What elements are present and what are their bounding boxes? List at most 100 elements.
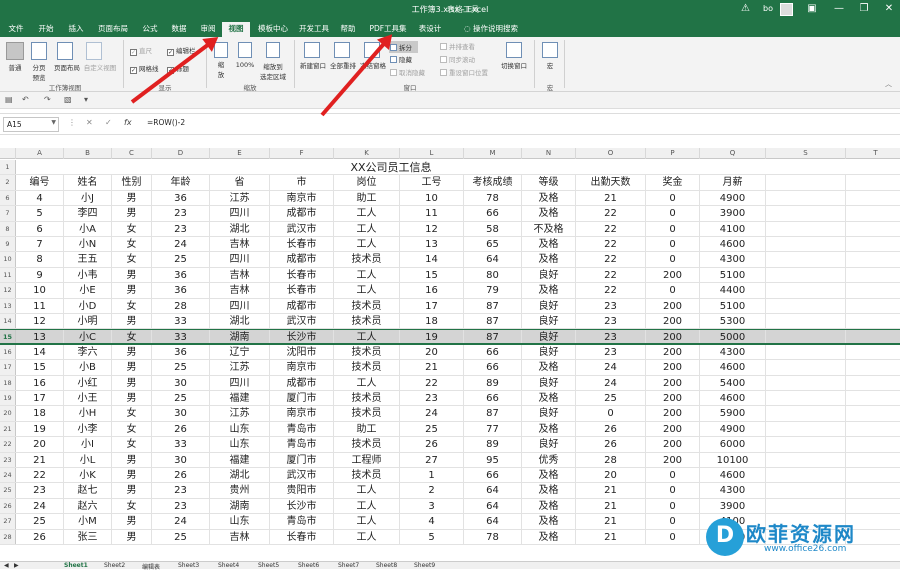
empty-cell[interactable] xyxy=(766,330,846,343)
table-row[interactable]: 2 编号 姓名 性别 年龄 省 市 岗位 工号 考核成绩 等级 出勤天数 奖金 … xyxy=(0,175,900,191)
row-header[interactable]: 9 xyxy=(0,237,16,252)
sheet-tab[interactable]: Sheet6 xyxy=(298,562,319,569)
minimize-button[interactable]: — xyxy=(832,2,846,16)
name-box[interactable]: A15 ▼ xyxy=(3,117,59,132)
sheet-tab[interactable]: Sheet2 xyxy=(104,562,125,569)
row-header[interactable]: 8 xyxy=(0,221,16,236)
tab-table-design[interactable]: 表设计 xyxy=(414,22,446,37)
table-cell[interactable]: 优秀 xyxy=(522,452,576,467)
header-cell[interactable]: 编号 xyxy=(16,175,64,190)
table-cell[interactable]: 6 xyxy=(16,221,64,236)
table-cell[interactable]: 200 xyxy=(646,314,700,329)
table-cell[interactable]: 山东 xyxy=(210,437,270,452)
table-row[interactable]: 6 4 小J 男 36 江苏 南京市 助工 10 78 及格 21 0 4900 xyxy=(0,190,900,207)
table-cell[interactable]: 江苏 xyxy=(210,406,270,421)
table-cell[interactable]: 25 xyxy=(152,529,210,544)
header-cell[interactable]: 性别 xyxy=(112,175,152,190)
column-header[interactable]: E xyxy=(210,148,270,159)
table-cell[interactable]: 4300 xyxy=(700,252,766,267)
table-cell[interactable]: 男 xyxy=(112,360,152,375)
table-cell[interactable]: 长春市 xyxy=(270,237,334,252)
table-cell[interactable]: 四川 xyxy=(210,252,270,267)
table-cell[interactable]: 33 xyxy=(152,437,210,452)
table-cell[interactable]: 22 xyxy=(576,283,646,298)
sheet-title-cell[interactable]: XX公司员工信息 xyxy=(16,160,766,174)
table-cell[interactable]: 26 xyxy=(16,529,64,544)
table-cell[interactable]: 26 xyxy=(576,421,646,437)
row-header[interactable]: 15 xyxy=(0,330,16,343)
table-cell[interactable]: 17 xyxy=(400,298,464,313)
table-cell[interactable]: 南京市 xyxy=(270,190,334,206)
table-cell[interactable]: 36 xyxy=(152,344,210,360)
table-cell[interactable]: 200 xyxy=(646,375,700,390)
custom-view-icon[interactable] xyxy=(86,42,102,60)
table-cell[interactable]: 89 xyxy=(464,375,522,390)
table-cell[interactable]: 技术员 xyxy=(334,344,400,360)
table-cell[interactable]: 25 xyxy=(152,252,210,267)
redo-icon[interactable]: ↷ xyxy=(44,95,51,104)
table-cell[interactable]: 21 xyxy=(576,498,646,514)
table-cell[interactable]: 女 xyxy=(112,437,152,452)
table-cell[interactable]: 18 xyxy=(16,406,64,421)
table-cell[interactable]: 26 xyxy=(576,437,646,452)
table-cell[interactable]: 工人 xyxy=(334,206,400,221)
table-cell[interactable]: 2 xyxy=(400,483,464,498)
table-cell[interactable]: 3900 xyxy=(700,498,766,514)
table-cell[interactable]: 良好 xyxy=(522,375,576,390)
table-cell[interactable]: 技术员 xyxy=(334,298,400,313)
table-cell[interactable]: 87 xyxy=(464,298,522,313)
table-cell[interactable]: 11 xyxy=(400,206,464,221)
row-header[interactable]: 25 xyxy=(0,483,16,498)
customize-qat-icon[interactable]: ▾ xyxy=(84,95,88,104)
table-cell[interactable]: 25 xyxy=(400,421,464,437)
table-cell[interactable]: 23 xyxy=(16,483,64,498)
table-cell[interactable]: 5900 xyxy=(700,406,766,421)
row-header[interactable]: 7 xyxy=(0,206,16,221)
table-cell[interactable]: 30 xyxy=(152,452,210,467)
table-cell[interactable]: 36 xyxy=(152,283,210,298)
table-cell[interactable]: 5 xyxy=(16,206,64,221)
table-cell[interactable]: 0 xyxy=(646,221,700,236)
ribbon-display-icon[interactable]: ▣ xyxy=(805,2,819,16)
row-header[interactable]: 11 xyxy=(0,267,16,283)
row-header[interactable]: 12 xyxy=(0,283,16,298)
table-cell[interactable]: 女 xyxy=(112,330,152,343)
table-row[interactable]: 12 10 小E 男 36 吉林 长春市 工人 16 79 及格 22 0 4400 xyxy=(0,283,900,299)
table-cell[interactable]: 工人 xyxy=(334,498,400,514)
row-header[interactable]: 16 xyxy=(0,344,16,360)
table-cell[interactable]: 吉林 xyxy=(210,267,270,283)
empty-cell[interactable] xyxy=(766,175,846,190)
table-cell[interactable]: 小K xyxy=(64,468,112,483)
cancel-icon[interactable]: ✕ xyxy=(86,118,93,127)
table-cell[interactable]: 及格 xyxy=(522,190,576,206)
table-cell[interactable]: 张三 xyxy=(64,529,112,544)
chevron-down-icon[interactable]: ▼ xyxy=(51,119,56,126)
table-cell[interactable]: 良好 xyxy=(522,437,576,452)
page-layout-icon[interactable] xyxy=(57,42,73,60)
table-cell[interactable]: 5400 xyxy=(700,375,766,390)
table-cell[interactable]: 200 xyxy=(646,406,700,421)
table-cell[interactable]: 30 xyxy=(152,406,210,421)
table-cell[interactable]: 男 xyxy=(112,267,152,283)
tab-insert[interactable]: 插入 xyxy=(64,22,88,37)
table-cell[interactable]: 64 xyxy=(464,252,522,267)
header-cell[interactable]: 岗位 xyxy=(334,175,400,190)
empty-cell[interactable] xyxy=(766,360,846,375)
table-cell[interactable]: 200 xyxy=(646,267,700,283)
table-cell[interactable]: 23 xyxy=(152,221,210,236)
table-cell[interactable]: 0 xyxy=(646,283,700,298)
tab-search[interactable]: ◌ 操作说明搜索 xyxy=(456,22,526,37)
table-cell[interactable]: 工人 xyxy=(334,375,400,390)
table-cell[interactable]: 79 xyxy=(464,283,522,298)
table-cell[interactable]: 33 xyxy=(152,330,210,343)
table-cell[interactable]: 0 xyxy=(646,498,700,514)
table-cell[interactable]: 64 xyxy=(464,483,522,498)
table-cell[interactable]: 小I xyxy=(64,437,112,452)
row-header[interactable]: 2 xyxy=(0,175,16,190)
empty-cell[interactable] xyxy=(766,267,846,283)
table-cell[interactable]: 小王 xyxy=(64,391,112,406)
table-cell[interactable]: 武汉市 xyxy=(270,314,334,329)
table-cell[interactable]: 贵州 xyxy=(210,483,270,498)
table-cell[interactable]: 24 xyxy=(16,498,64,514)
table-cell[interactable]: 小J xyxy=(64,190,112,206)
